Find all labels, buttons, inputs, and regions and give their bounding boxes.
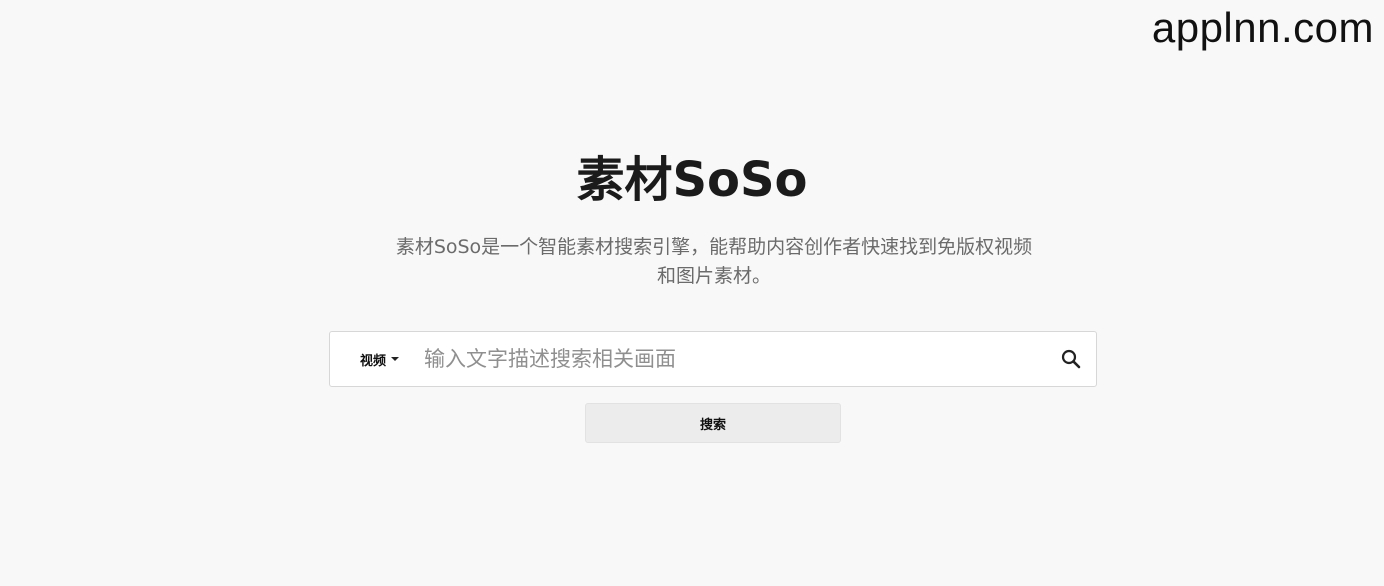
caret-down-icon — [391, 357, 400, 361]
search-box: 视频 — [329, 331, 1097, 387]
description-line-1: 素材SoSo是一个智能素材搜索引擎，能帮助内容创作者快速找到免版权视频 — [395, 236, 1033, 258]
search-input[interactable] — [424, 332, 1044, 386]
search-type-label: 视频 — [360, 353, 387, 369]
description-line-2: 和图片素材。 — [656, 265, 771, 287]
watermark-text: applnn.com — [1151, 4, 1374, 51]
page-title: 素材SoSo — [576, 152, 808, 208]
page-description: 素材SoSo是一个智能素材搜索引擎，能帮助内容创作者快速找到免版权视频 和图片素… — [372, 233, 1056, 291]
search-type-dropdown[interactable]: 视频 — [360, 332, 400, 386]
search-button[interactable]: 搜索 — [585, 403, 841, 443]
search-icon[interactable] — [1060, 348, 1082, 370]
